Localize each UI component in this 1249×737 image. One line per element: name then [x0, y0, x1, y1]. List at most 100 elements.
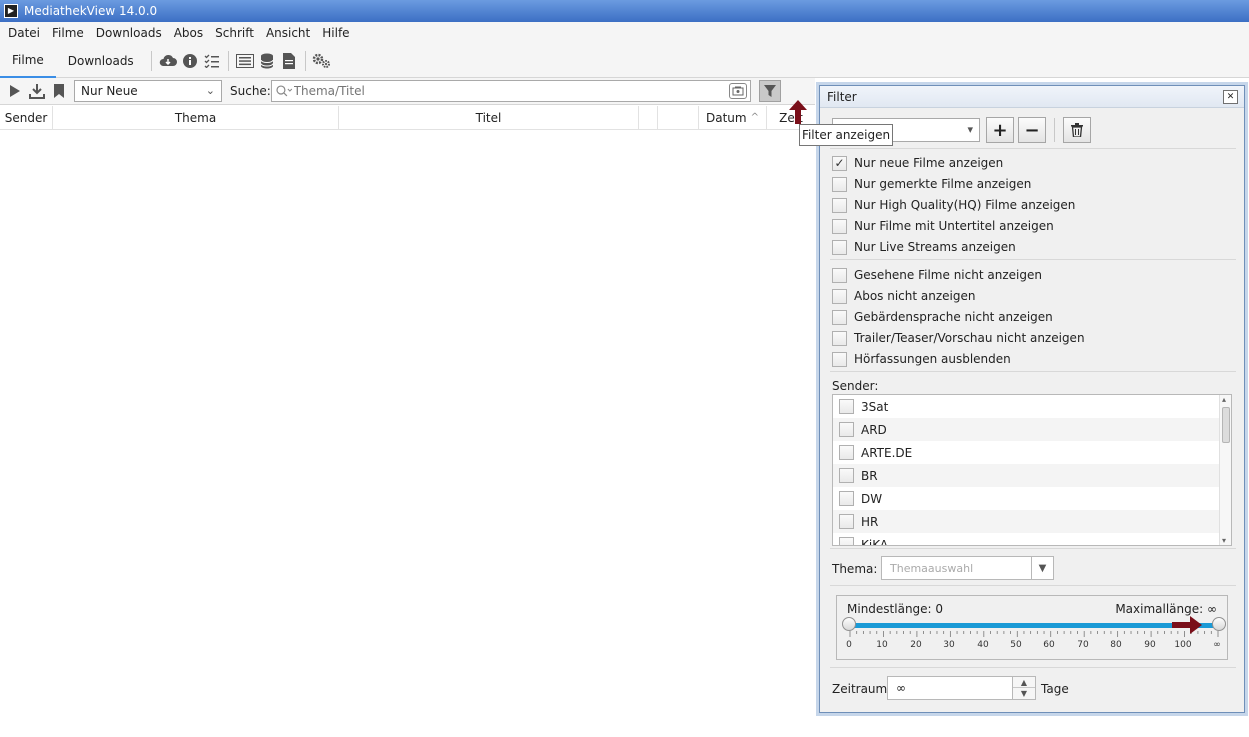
sender-name: DW: [861, 491, 883, 506]
section-divider: [830, 148, 1236, 149]
column-header-blank-1[interactable]: [639, 106, 658, 129]
column-header-blank-2[interactable]: [658, 106, 699, 129]
tick-label: 0: [846, 640, 852, 650]
action-toolbar: Nur Neue ⌄ Suche:: [0, 78, 815, 105]
checkbox-checked[interactable]: ✓: [832, 155, 847, 171]
download-icon[interactable]: [26, 80, 48, 102]
menu-ansicht[interactable]: Ansicht: [260, 26, 316, 40]
toggle-nur-gemerkte-filme[interactable]: Nur gemerkte Filme anzeigen: [832, 175, 1031, 193]
menu-datei[interactable]: Datei: [2, 26, 46, 40]
sender-name: ARD: [861, 422, 887, 437]
sender-name: 3Sat: [861, 399, 889, 414]
toggle-trailer[interactable]: Trailer/Teaser/Vorschau nicht anzeigen: [832, 329, 1085, 347]
toggle-nur-untertitel[interactable]: Nur Filme mit Untertitel anzeigen: [832, 217, 1054, 235]
search-box[interactable]: [270, 80, 751, 102]
toggle-label: Nur gemerkte Filme anzeigen: [854, 177, 1032, 191]
chevron-up-icon[interactable]: ▴: [1222, 395, 1226, 404]
toggle-label: Abos nicht anzeigen: [854, 289, 976, 303]
checkbox[interactable]: [832, 288, 847, 304]
menu-hilfe[interactable]: Hilfe: [316, 26, 355, 40]
chevron-down-icon[interactable]: ▾: [1222, 536, 1226, 545]
document-icon[interactable]: [278, 50, 300, 72]
tick-label: 100: [1174, 640, 1192, 650]
filter-toggle-button[interactable]: [758, 80, 781, 102]
section-divider: [830, 548, 1236, 549]
checkbox[interactable]: [839, 399, 854, 414]
column-header-datum[interactable]: Datum ^: [699, 106, 767, 129]
column-header-titel[interactable]: Titel: [339, 106, 639, 129]
tick-label: 80: [1110, 640, 1122, 650]
toggle-gebaerdensprache[interactable]: Gebärdensprache nicht anzeigen: [832, 308, 1053, 326]
sender-item-ard[interactable]: ARD: [833, 418, 1231, 441]
scrollbar-thumb[interactable]: [1222, 407, 1230, 443]
section-divider: [830, 259, 1236, 260]
sender-list-scrollbar[interactable]: ▴ ▾: [1219, 395, 1231, 545]
tab-toolbar: Filme Downloads: [0, 44, 1249, 78]
toggle-abos[interactable]: Abos nicht anzeigen: [832, 287, 975, 305]
toggle-gesehene-filme[interactable]: Gesehene Filme nicht anzeigen: [832, 266, 1042, 284]
max-length-slider-thumb[interactable]: [1212, 617, 1226, 631]
sender-item-3sat[interactable]: 3Sat: [833, 395, 1231, 418]
menu-abos[interactable]: Abos: [168, 26, 209, 40]
database-icon[interactable]: [256, 50, 278, 72]
checkbox[interactable]: [839, 422, 854, 437]
cloud-download-icon[interactable]: [157, 50, 179, 72]
min-length-slider-thumb[interactable]: [842, 617, 856, 631]
add-filter-button[interactable]: +: [986, 117, 1014, 143]
filter-panel-title: Filter: [827, 89, 857, 104]
settings-gears-icon[interactable]: [311, 50, 333, 72]
toggle-nur-neue-filme[interactable]: ✓ Nur neue Filme anzeigen: [832, 154, 1003, 172]
delete-filter-button[interactable]: [1063, 117, 1091, 143]
tab-downloads[interactable]: Downloads: [56, 44, 146, 78]
tab-filme[interactable]: Filme: [0, 44, 56, 78]
clear-search-icon[interactable]: [729, 83, 747, 99]
checkbox[interactable]: [832, 309, 847, 325]
sender-item-kika[interactable]: KiKA: [833, 533, 1231, 545]
checkbox[interactable]: [839, 468, 854, 483]
checkbox[interactable]: [832, 176, 847, 192]
zeitraum-stepper[interactable]: ▲ ▼: [1012, 676, 1036, 700]
menu-downloads[interactable]: Downloads: [90, 26, 168, 40]
zeitraum-input[interactable]: ∞: [887, 676, 1015, 700]
menu-schrift[interactable]: Schrift: [209, 26, 260, 40]
bookmark-icon[interactable]: [48, 80, 70, 102]
app-icon: ▶: [4, 4, 18, 18]
sender-item-hr[interactable]: HR: [833, 510, 1231, 533]
column-header-thema[interactable]: Thema: [53, 106, 339, 129]
chevron-down-icon[interactable]: ▼: [1031, 557, 1053, 579]
checkbox[interactable]: [832, 351, 847, 367]
toggle-nur-hq-filme[interactable]: Nur High Quality(HQ) Filme anzeigen: [832, 196, 1075, 214]
checklist-icon[interactable]: [201, 50, 223, 72]
toggle-label: Nur High Quality(HQ) Filme anzeigen: [854, 198, 1076, 212]
remove-filter-button[interactable]: −: [1018, 117, 1046, 143]
close-icon[interactable]: ✕: [1223, 90, 1238, 104]
sender-item-arte[interactable]: ARTE.DE: [833, 441, 1231, 464]
thema-select[interactable]: Themaauswahl ▼: [881, 556, 1054, 580]
menu-filme[interactable]: Filme: [46, 26, 90, 40]
tick-label: 90: [1144, 640, 1156, 650]
length-slider-track[interactable]: [849, 623, 1221, 628]
search-input[interactable]: [293, 84, 730, 98]
sender-item-br[interactable]: BR: [833, 464, 1231, 487]
checkbox[interactable]: [832, 267, 847, 283]
tick-label: 70: [1077, 640, 1089, 650]
checkbox[interactable]: [832, 197, 847, 213]
checkbox[interactable]: [839, 445, 854, 460]
checkbox[interactable]: [832, 330, 847, 346]
checkbox[interactable]: [839, 514, 854, 529]
info-icon[interactable]: [179, 50, 201, 72]
toggle-hoerfassungen[interactable]: Hörfassungen ausblenden: [832, 350, 1011, 368]
chevron-down-icon[interactable]: ▼: [1013, 688, 1035, 699]
annotation-arrow-right-icon: [1172, 616, 1202, 634]
checkbox[interactable]: [839, 537, 854, 545]
checkbox[interactable]: [832, 239, 847, 255]
view-filter-select[interactable]: Nur Neue ⌄: [74, 80, 222, 102]
sender-item-dw[interactable]: DW: [833, 487, 1231, 510]
play-icon[interactable]: [4, 80, 26, 102]
toggle-nur-live-streams[interactable]: Nur Live Streams anzeigen: [832, 238, 1016, 256]
checkbox[interactable]: [839, 491, 854, 506]
list-view-icon[interactable]: [234, 50, 256, 72]
column-header-sender[interactable]: Sender: [0, 106, 53, 129]
chevron-up-icon[interactable]: ▲: [1013, 677, 1035, 688]
checkbox[interactable]: [832, 218, 847, 234]
